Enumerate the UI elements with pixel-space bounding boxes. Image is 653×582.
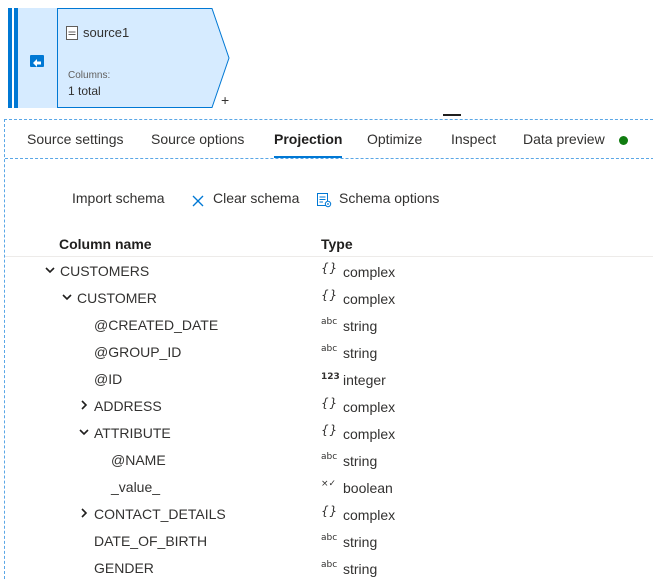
chevron-down-icon[interactable] bbox=[45, 265, 55, 275]
type-cell: complex bbox=[343, 426, 396, 442]
schema-table-header: Column name Type bbox=[5, 230, 653, 257]
type-cell: string bbox=[343, 453, 378, 469]
close-icon[interactable] bbox=[192, 195, 204, 207]
dataset-icon bbox=[66, 26, 78, 40]
source-icon bbox=[30, 55, 44, 67]
column-name-cell: ATTRIBUTE bbox=[94, 425, 171, 441]
complex-type-icon: {} bbox=[321, 288, 339, 302]
type-cell: complex bbox=[343, 507, 396, 523]
table-row[interactable]: @ID 123 integer bbox=[5, 366, 653, 393]
tab-projection[interactable]: Projection bbox=[274, 131, 342, 147]
node-selection-bar bbox=[8, 8, 12, 108]
import-schema-button[interactable]: Import schema bbox=[72, 190, 165, 206]
string-type-icon: abc bbox=[321, 344, 338, 354]
tab-inspect[interactable]: Inspect bbox=[451, 131, 496, 147]
tab-data-preview[interactable]: Data preview bbox=[523, 131, 605, 147]
complex-type-icon: {} bbox=[321, 504, 339, 518]
table-row[interactable]: DATE_OF_BIRTH abc string bbox=[5, 528, 653, 555]
table-row[interactable]: @GROUP_ID abc string bbox=[5, 339, 653, 366]
table-row[interactable]: CONTACT_DETAILS {} complex bbox=[5, 501, 653, 528]
tab-divider bbox=[5, 158, 653, 160]
boolean-type-icon: ×✓ bbox=[321, 479, 337, 489]
string-type-icon: abc bbox=[321, 317, 338, 327]
tab-bar: Source settings Source options Projectio… bbox=[5, 120, 653, 160]
type-cell: string bbox=[343, 318, 378, 334]
schema-toolbar: Import schema Clear schema Schema option… bbox=[5, 182, 653, 218]
chevron-down-icon[interactable] bbox=[79, 427, 89, 437]
column-name-cell: ADDRESS bbox=[94, 398, 162, 414]
schema-options-button[interactable]: Schema options bbox=[339, 190, 439, 206]
chevron-down-icon[interactable] bbox=[62, 292, 72, 302]
type-cell: complex bbox=[343, 264, 396, 280]
type-cell: string bbox=[343, 534, 378, 550]
type-header: Type bbox=[321, 236, 353, 252]
type-cell: string bbox=[343, 561, 378, 577]
tab-optimize[interactable]: Optimize bbox=[367, 131, 422, 147]
string-type-icon: abc bbox=[321, 452, 338, 462]
add-transformation-button[interactable]: + bbox=[221, 93, 229, 107]
node-icon-column[interactable] bbox=[18, 8, 57, 108]
type-cell: integer bbox=[343, 372, 386, 388]
panel-resize-handle[interactable] bbox=[443, 114, 461, 116]
node-columns-value: 1 total bbox=[68, 84, 101, 98]
schema-options-icon[interactable] bbox=[317, 193, 332, 208]
string-type-icon: abc bbox=[321, 560, 338, 570]
table-row[interactable]: GENDER abc string bbox=[5, 555, 653, 582]
table-row[interactable]: @NAME abc string bbox=[5, 447, 653, 474]
table-row[interactable]: @CREATED_DATE abc string bbox=[5, 312, 653, 339]
column-name-cell: @ID bbox=[94, 371, 123, 387]
tab-source-settings[interactable]: Source settings bbox=[27, 131, 124, 147]
clear-schema-button[interactable]: Clear schema bbox=[213, 190, 299, 206]
complex-type-icon: {} bbox=[321, 261, 339, 275]
node-title: source1 bbox=[83, 25, 130, 40]
complex-type-icon: {} bbox=[321, 396, 339, 410]
tab-source-options[interactable]: Source options bbox=[151, 131, 244, 147]
type-cell: boolean bbox=[343, 480, 393, 496]
dataflow-canvas[interactable]: source1 Columns: 1 total + bbox=[0, 0, 653, 110]
table-row[interactable]: _value_ ×✓ boolean bbox=[5, 474, 653, 501]
data-preview-status-dot bbox=[619, 136, 628, 145]
column-name-cell: DATE_OF_BIRTH bbox=[94, 533, 208, 549]
column-name-cell: @GROUP_ID bbox=[94, 344, 182, 360]
table-row[interactable]: ADDRESS {} complex bbox=[5, 393, 653, 420]
column-name-cell: @CREATED_DATE bbox=[94, 317, 219, 333]
column-name-cell: CONTACT_DETAILS bbox=[94, 506, 226, 522]
type-cell: string bbox=[343, 345, 378, 361]
table-row[interactable]: CUSTOMERS {} complex bbox=[5, 258, 653, 285]
table-row[interactable]: ATTRIBUTE {} complex bbox=[5, 420, 653, 447]
type-cell: complex bbox=[343, 291, 396, 307]
string-type-icon: abc bbox=[321, 533, 338, 543]
node-columns-label: Columns: bbox=[68, 70, 111, 81]
configuration-panel: Source settings Source options Projectio… bbox=[4, 119, 653, 579]
column-name-cell: @NAME bbox=[111, 452, 166, 468]
integer-type-icon: 123 bbox=[321, 372, 340, 382]
column-name-cell: CUSTOMER bbox=[77, 290, 157, 306]
type-cell: complex bbox=[343, 399, 396, 415]
table-row[interactable]: CUSTOMER {} complex bbox=[5, 285, 653, 312]
chevron-right-icon[interactable] bbox=[79, 400, 89, 410]
complex-type-icon: {} bbox=[321, 423, 339, 437]
chevron-right-icon[interactable] bbox=[79, 508, 89, 518]
column-name-cell: CUSTOMERS bbox=[60, 263, 150, 279]
column-name-header: Column name bbox=[59, 236, 152, 252]
column-name-cell: _value_ bbox=[111, 479, 161, 495]
